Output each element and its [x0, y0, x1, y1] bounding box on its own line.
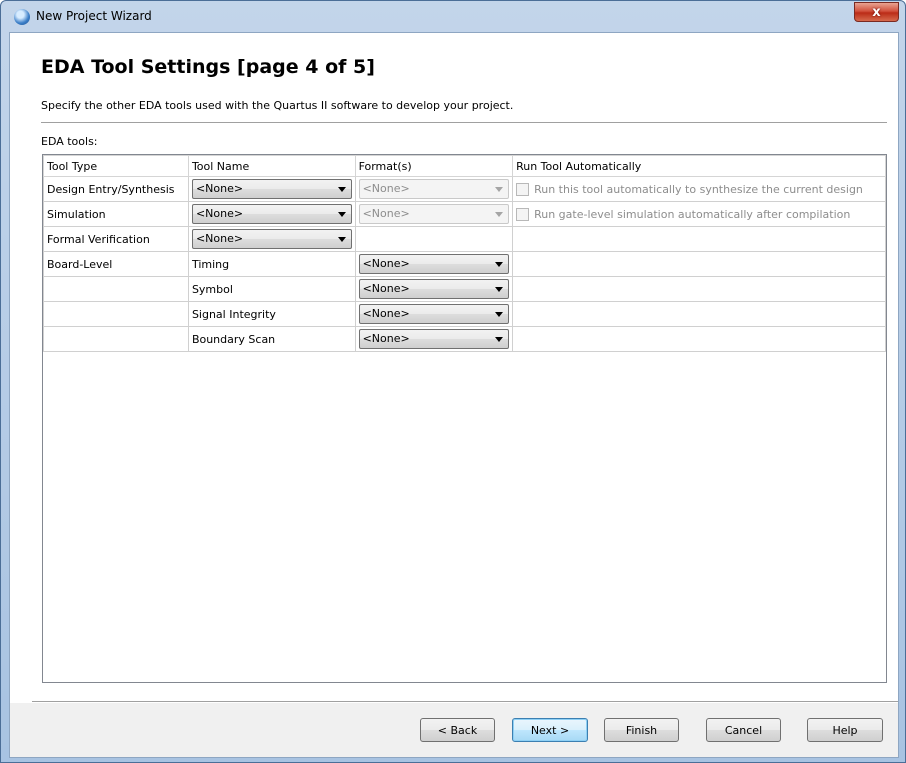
table-row: Design Entry/Synthesis <None> <None> Run… [43, 176, 886, 202]
next-button[interactable]: Next > [512, 718, 588, 742]
format-dropdown-simulation[interactable]: <None> [358, 204, 510, 224]
chevron-down-icon [495, 262, 504, 267]
col-header-tool-type[interactable]: Tool Type [43, 155, 189, 177]
run-synthesis-checkbox[interactable] [516, 182, 530, 196]
run-simulation-checkbox[interactable] [516, 207, 530, 221]
chevron-down-icon [495, 312, 504, 317]
table-row: Boundary Scan <None> [43, 326, 886, 352]
back-button[interactable]: < Back [420, 718, 495, 742]
run-simulation-label: Run gate-level simulation automatically … [534, 207, 851, 221]
eda-tools-label: EDA tools: [41, 135, 98, 148]
tool-name-value: <None> [195, 182, 244, 195]
table-row: Board-Level Timing <None> [43, 251, 886, 277]
tool-name-value: <None> [195, 207, 244, 220]
table-row: Formal Verification <None> [43, 226, 886, 252]
finish-button[interactable]: Finish [604, 718, 679, 742]
tool-type-cell: Board-Level [43, 251, 189, 277]
tool-type-cell: Simulation [43, 201, 189, 227]
wizard-window: New Project Wizard x EDA Tool Settings [… [0, 0, 906, 763]
format-dropdown-boundary-scan[interactable]: <None> [358, 329, 510, 349]
format-dropdown-timing[interactable]: <None> [358, 254, 510, 274]
tool-name-dropdown-design-entry[interactable]: <None> [191, 179, 352, 199]
col-header-formats[interactable]: Format(s) [354, 155, 514, 177]
page-title: EDA Tool Settings [page 4 of 5] [41, 56, 375, 78]
table-row: Simulation <None> <None> Run gate-level … [43, 201, 886, 227]
col-header-run-automatically[interactable]: Run Tool Automatically [512, 155, 886, 177]
eda-tools-table: Tool Type Tool Name Format(s) Run Tool A… [42, 154, 887, 683]
footer-divider [32, 701, 898, 702]
board-tool-name: Boundary Scan [187, 326, 356, 352]
tool-name-dropdown-simulation[interactable]: <None> [191, 204, 352, 224]
tool-name-dropdown-formal-verification[interactable]: <None> [191, 229, 352, 249]
tool-type-cell [43, 326, 189, 352]
chevron-down-icon [337, 187, 346, 192]
board-tool-name: Signal Integrity [187, 301, 356, 327]
format-value: <None> [362, 332, 410, 345]
format-dropdown-design-entry[interactable]: <None> [358, 179, 510, 199]
run-synthesis-label: Run this tool automatically to synthesiz… [534, 182, 863, 196]
chevron-down-icon [337, 237, 346, 242]
chevron-down-icon [495, 212, 504, 217]
auto-cell-empty [512, 326, 886, 352]
tool-type-cell: Formal Verification [43, 226, 189, 252]
format-value: <None> [362, 207, 410, 220]
table-row: Signal Integrity <None> [43, 301, 886, 327]
tool-type-cell: Design Entry/Synthesis [43, 176, 189, 202]
window-title: New Project Wizard [36, 9, 152, 23]
chevron-down-icon [337, 212, 346, 217]
format-dropdown-symbol[interactable]: <None> [358, 279, 510, 299]
tool-name-value: <None> [195, 232, 244, 245]
auto-cell-empty [512, 276, 886, 302]
auto-cell-empty [512, 301, 886, 327]
board-tool-name: Symbol [187, 276, 356, 302]
auto-cell-empty [512, 251, 886, 277]
format-value: <None> [362, 307, 410, 320]
table-header-row: Tool Type Tool Name Format(s) Run Tool A… [43, 155, 886, 177]
wizard-client-area: EDA Tool Settings [page 4 of 5] Specify … [9, 32, 899, 758]
close-icon: x [872, 4, 881, 20]
auto-cell-empty [512, 226, 886, 252]
help-button[interactable]: Help [807, 718, 883, 742]
col-header-tool-name[interactable]: Tool Name [187, 155, 356, 177]
format-dropdown-signal-integrity[interactable]: <None> [358, 304, 510, 324]
format-value: <None> [362, 182, 410, 195]
tool-type-cell [43, 301, 189, 327]
table-row: Symbol <None> [43, 276, 886, 302]
board-tool-name: Timing [187, 251, 356, 277]
close-button[interactable]: x [854, 2, 899, 22]
chevron-down-icon [495, 337, 504, 342]
format-value: <None> [362, 282, 410, 295]
chevron-down-icon [495, 187, 504, 192]
format-cell-empty [354, 226, 514, 252]
cancel-button[interactable]: Cancel [706, 718, 781, 742]
title-bar[interactable]: New Project Wizard x [1, 1, 905, 33]
tool-type-cell [43, 276, 189, 302]
page-description: Specify the other EDA tools used with th… [41, 99, 514, 112]
format-value: <None> [362, 257, 410, 270]
wizard-header: EDA Tool Settings [page 4 of 5] Specify … [10, 33, 898, 123]
quartus-app-icon [14, 9, 30, 25]
chevron-down-icon [495, 287, 504, 292]
